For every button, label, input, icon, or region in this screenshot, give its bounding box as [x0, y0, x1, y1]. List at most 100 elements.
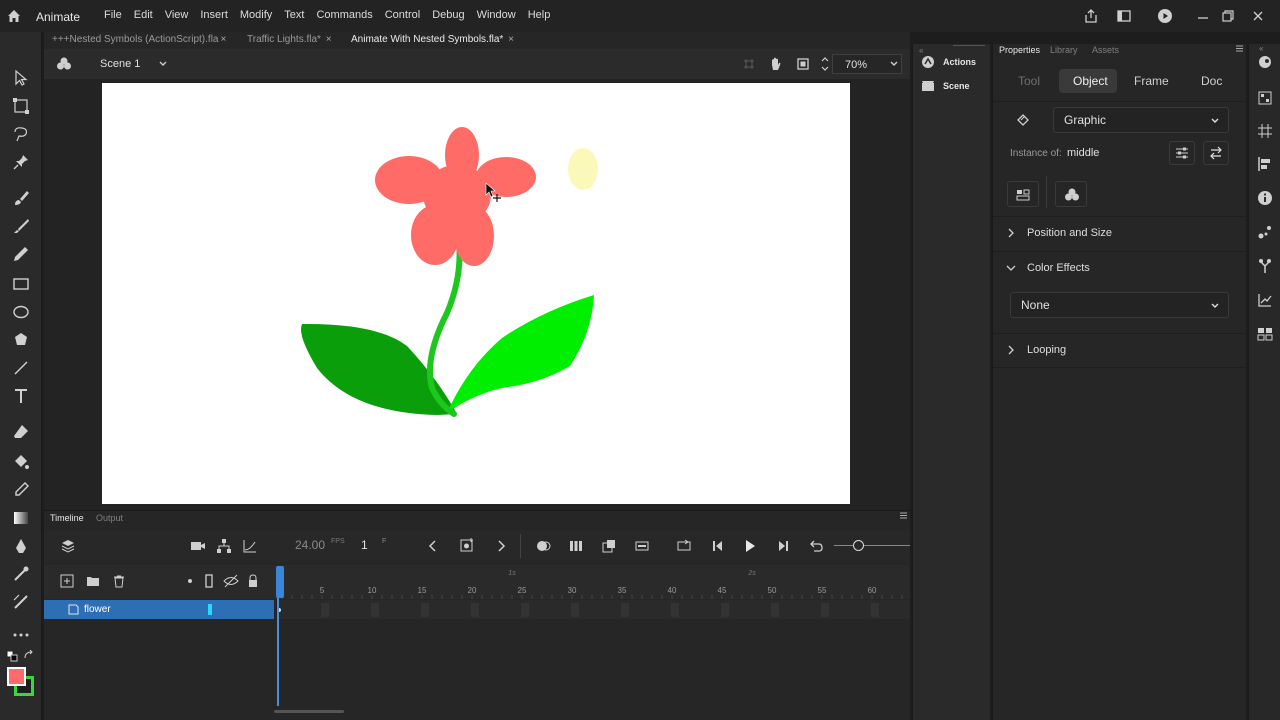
width-tool-icon[interactable] [11, 592, 31, 612]
menu-modify[interactable]: Modify [240, 9, 272, 21]
new-layer-icon[interactable] [60, 574, 74, 588]
actions-icon[interactable] [921, 55, 935, 69]
graph-panel-icon[interactable] [1257, 292, 1273, 308]
zoom-stepper-icon[interactable] [820, 54, 830, 74]
more-tools-icon[interactable] [11, 624, 31, 644]
home-icon[interactable] [6, 8, 22, 24]
color-effects-section[interactable]: Color Effects [993, 251, 1247, 285]
subtab-frame[interactable]: Frame [1134, 74, 1169, 88]
doc-tab-active[interactable]: Animate With Nested Symbols.fla* × [351, 34, 514, 45]
hide-layers-icon[interactable] [223, 574, 239, 588]
doc-tab[interactable]: +++Nested Symbols (ActionScript).fla × [52, 34, 226, 45]
delete-layer-icon[interactable] [112, 574, 126, 588]
components-icon[interactable] [1257, 258, 1273, 274]
color-effect-dropdown[interactable]: None [1010, 292, 1229, 318]
chevron-down-icon[interactable] [158, 59, 168, 69]
free-transform-tool-icon[interactable] [11, 96, 31, 116]
step-back-icon[interactable] [710, 538, 726, 554]
menu-edit[interactable]: Edit [134, 9, 153, 21]
tab-timeline[interactable]: Timeline [50, 513, 84, 523]
actions-label[interactable]: Actions [943, 57, 976, 67]
layer-name[interactable]: flower [84, 604, 111, 615]
collapse-left-icon[interactable]: « [919, 46, 923, 55]
onion-skin-icon[interactable] [535, 538, 551, 554]
layer-row[interactable]: flower [44, 600, 274, 619]
scene-icon[interactable] [921, 79, 935, 93]
camera-icon[interactable] [190, 538, 206, 554]
test-movie-icon[interactable] [1157, 8, 1173, 24]
share-icon[interactable] [1083, 8, 1099, 24]
position-size-section[interactable]: Position and Size [993, 216, 1247, 250]
line-tool-icon[interactable] [11, 358, 31, 378]
highlight-layers-icon[interactable] [188, 579, 192, 583]
eyedropper-tool-icon[interactable] [11, 480, 31, 500]
paint-bucket-tool-icon[interactable] [11, 452, 31, 472]
swap-colors-icon[interactable] [23, 650, 35, 662]
motion-path-icon[interactable] [1257, 224, 1273, 240]
frame-ruler[interactable]: 5 10 15 20 25 30 35 40 45 50 55 60 1s 2s [278, 565, 910, 599]
symbol-options-button[interactable] [1055, 181, 1087, 207]
rotate-stage-icon[interactable] [768, 56, 784, 72]
tab-output[interactable]: Output [96, 513, 123, 523]
bone-tool-icon[interactable] [11, 564, 31, 584]
info-icon[interactable] [1257, 190, 1273, 206]
graph-icon[interactable] [242, 538, 258, 554]
lock-layers-icon[interactable] [247, 574, 259, 588]
create-motion-tween-icon[interactable] [601, 538, 617, 554]
close-tab-icon[interactable]: × [220, 34, 226, 45]
timeline-zoom-slider[interactable] [834, 545, 910, 546]
workspace-icon[interactable] [1116, 8, 1132, 24]
next-keyframe-icon[interactable] [495, 538, 507, 554]
snap-icon[interactable] [742, 57, 756, 71]
tab-assets[interactable]: Assets [1092, 45, 1119, 55]
menu-file[interactable]: File [104, 9, 122, 21]
oval-tool-icon[interactable] [11, 302, 31, 322]
panel-menu-icon[interactable] [1235, 44, 1244, 53]
create-classic-tween-icon[interactable] [634, 538, 650, 554]
polystar-tool-icon[interactable] [11, 330, 31, 350]
menu-debug[interactable]: Debug [432, 9, 464, 21]
pencil-tool-icon[interactable] [11, 244, 31, 264]
close-tab-icon[interactable]: × [326, 34, 332, 45]
menu-view[interactable]: View [165, 9, 189, 21]
text-tool-icon[interactable] [11, 386, 31, 406]
loop-icon[interactable] [676, 538, 692, 554]
rectangle-tool-icon[interactable] [11, 274, 31, 294]
stage[interactable] [102, 83, 850, 504]
motion-presets-icon[interactable] [1257, 54, 1273, 70]
play-icon[interactable] [742, 538, 758, 554]
lasso-tool-icon[interactable] [11, 124, 31, 144]
symbol-type-dropdown[interactable]: Graphic [1053, 107, 1229, 133]
default-colors-icon[interactable] [6, 650, 18, 662]
fps-value[interactable]: 24.00 [295, 538, 325, 552]
align-button[interactable] [1007, 181, 1039, 207]
gradient-tool-icon[interactable] [11, 508, 31, 528]
current-frame[interactable]: 1 [361, 538, 368, 552]
panel-menu-icon[interactable] [899, 511, 908, 520]
insert-keyframe-icon[interactable] [459, 537, 475, 553]
subtab-doc[interactable]: Doc [1201, 74, 1222, 88]
doc-tab[interactable]: Traffic Lights.fla* × [247, 34, 332, 45]
layer-outline-color[interactable] [208, 604, 212, 615]
menu-insert[interactable]: Insert [200, 9, 228, 21]
outline-icon[interactable] [204, 574, 214, 588]
subtab-tool[interactable]: Tool [1018, 74, 1040, 88]
menu-window[interactable]: Window [477, 9, 516, 21]
subtab-object[interactable]: Object [1073, 74, 1108, 88]
undo-icon[interactable] [808, 538, 824, 554]
timeline-scrollbar[interactable] [274, 710, 344, 713]
grid-icon[interactable] [1257, 123, 1273, 139]
looping-section[interactable]: Looping [993, 333, 1247, 367]
selection-tool-icon[interactable] [11, 68, 31, 88]
menu-control[interactable]: Control [385, 9, 420, 21]
brush-tool-icon[interactable] [11, 216, 31, 236]
clip-center-stage-icon[interactable] [795, 56, 811, 72]
flower-artwork[interactable] [102, 83, 850, 504]
zoom-dropdown-icon[interactable] [889, 59, 899, 69]
edit-multiple-frames-icon[interactable] [568, 538, 584, 554]
collapse-right-icon[interactable]: « [1259, 44, 1263, 53]
stroke-color-swatch[interactable] [7, 667, 26, 686]
pin-tool-icon[interactable] [11, 152, 31, 172]
close-tab-icon[interactable]: × [508, 34, 514, 45]
layer-parenting-icon[interactable] [216, 538, 232, 554]
